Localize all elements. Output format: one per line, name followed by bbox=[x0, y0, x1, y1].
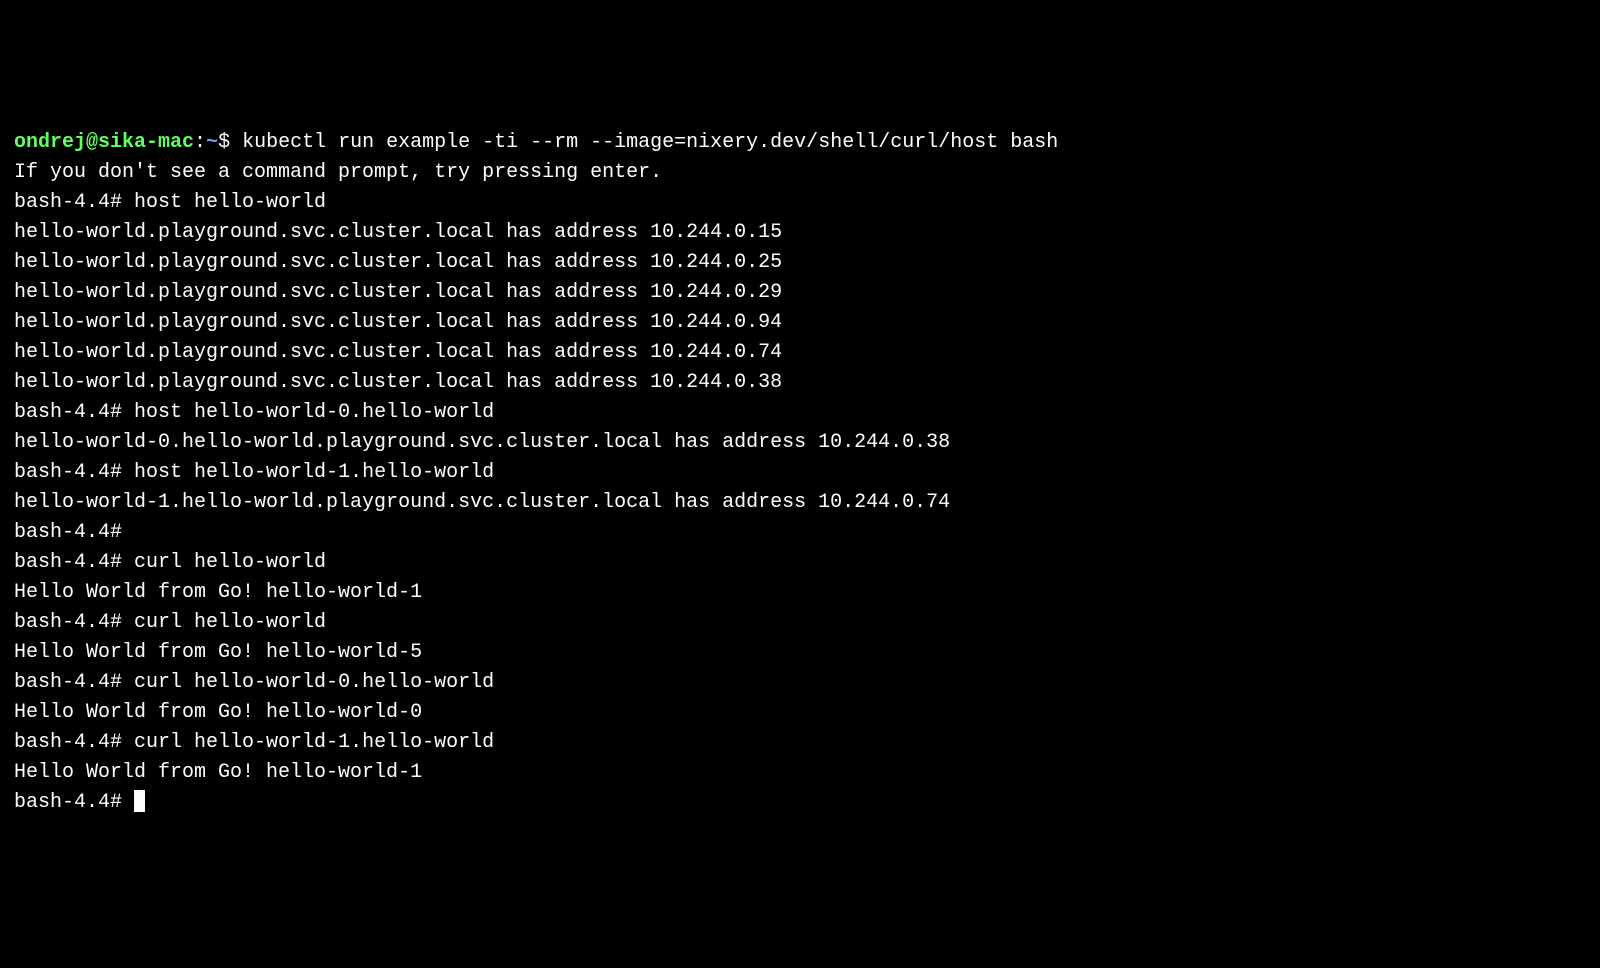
shell-prompt: bash-4.4# bbox=[14, 791, 134, 814]
terminal-output: Hello World from Go! hello-world-1 bbox=[14, 758, 1586, 788]
terminal-output: hello-world-1.hello-world.playground.svc… bbox=[14, 488, 1586, 518]
terminal-output: hello-world.playground.svc.cluster.local… bbox=[14, 308, 1586, 338]
prompt-path: ~ bbox=[206, 131, 218, 154]
command-text: host hello-world-1.hello-world bbox=[134, 461, 494, 484]
terminal-output: Hello World from Go! hello-world-0 bbox=[14, 698, 1586, 728]
terminal-output: hello-world.playground.svc.cluster.local… bbox=[14, 278, 1586, 308]
terminal-line: bash-4.4# curl hello-world bbox=[14, 548, 1586, 578]
shell-prompt: bash-4.4# bbox=[14, 611, 134, 634]
command-text: host hello-world-0.hello-world bbox=[134, 401, 494, 424]
cursor-icon bbox=[134, 790, 145, 812]
terminal-line: bash-4.4# host hello-world bbox=[14, 188, 1586, 218]
terminal-line: bash-4.4# host hello-world-1.hello-world bbox=[14, 458, 1586, 488]
shell-prompt: bash-4.4# bbox=[14, 551, 134, 574]
shell-prompt: bash-4.4# bbox=[14, 191, 134, 214]
prompt-host: sika-mac bbox=[98, 131, 194, 154]
terminal-line: bash-4.4# curl hello-world-0.hello-world bbox=[14, 668, 1586, 698]
command-text: curl hello-world-0.hello-world bbox=[134, 671, 494, 694]
terminal-output: hello-world.playground.svc.cluster.local… bbox=[14, 368, 1586, 398]
shell-prompt: bash-4.4# bbox=[14, 461, 134, 484]
prompt-sep: : bbox=[194, 131, 206, 154]
prompt-dollar: $ bbox=[218, 131, 242, 154]
terminal-line: bash-4.4# curl hello-world-1.hello-world bbox=[14, 728, 1586, 758]
terminal-output: hello-world-0.hello-world.playground.svc… bbox=[14, 428, 1586, 458]
prompt-user: ondrej bbox=[14, 131, 86, 154]
terminal-output: Hello World from Go! hello-world-1 bbox=[14, 578, 1586, 608]
command-text: curl hello-world bbox=[134, 551, 326, 574]
terminal-output: hello-world.playground.svc.cluster.local… bbox=[14, 248, 1586, 278]
terminal-output: Hello World from Go! hello-world-5 bbox=[14, 638, 1586, 668]
command-text: curl hello-world bbox=[134, 611, 326, 634]
shell-prompt: bash-4.4# bbox=[14, 731, 134, 754]
terminal-output: hello-world.playground.svc.cluster.local… bbox=[14, 338, 1586, 368]
command-text: host hello-world bbox=[134, 191, 326, 214]
terminal-line: bash-4.4# bbox=[14, 518, 1586, 548]
terminal-line-prompt: ondrej@sika-mac:~$ kubectl run example -… bbox=[14, 128, 1586, 158]
command-text: kubectl run example -ti --rm --image=nix… bbox=[242, 131, 1058, 154]
terminal-line: bash-4.4# curl hello-world bbox=[14, 608, 1586, 638]
terminal-window[interactable]: ondrej@sika-mac:~$ kubectl run example -… bbox=[14, 128, 1586, 818]
terminal-output: If you don't see a command prompt, try p… bbox=[14, 158, 1586, 188]
terminal-line: bash-4.4# host hello-world-0.hello-world bbox=[14, 398, 1586, 428]
shell-prompt: bash-4.4# bbox=[14, 401, 134, 424]
terminal-output: hello-world.playground.svc.cluster.local… bbox=[14, 218, 1586, 248]
command-text: curl hello-world-1.hello-world bbox=[134, 731, 494, 754]
terminal-line-active[interactable]: bash-4.4# bbox=[14, 788, 1586, 818]
prompt-at: @ bbox=[86, 131, 98, 154]
shell-prompt: bash-4.4# bbox=[14, 521, 134, 544]
shell-prompt: bash-4.4# bbox=[14, 671, 134, 694]
